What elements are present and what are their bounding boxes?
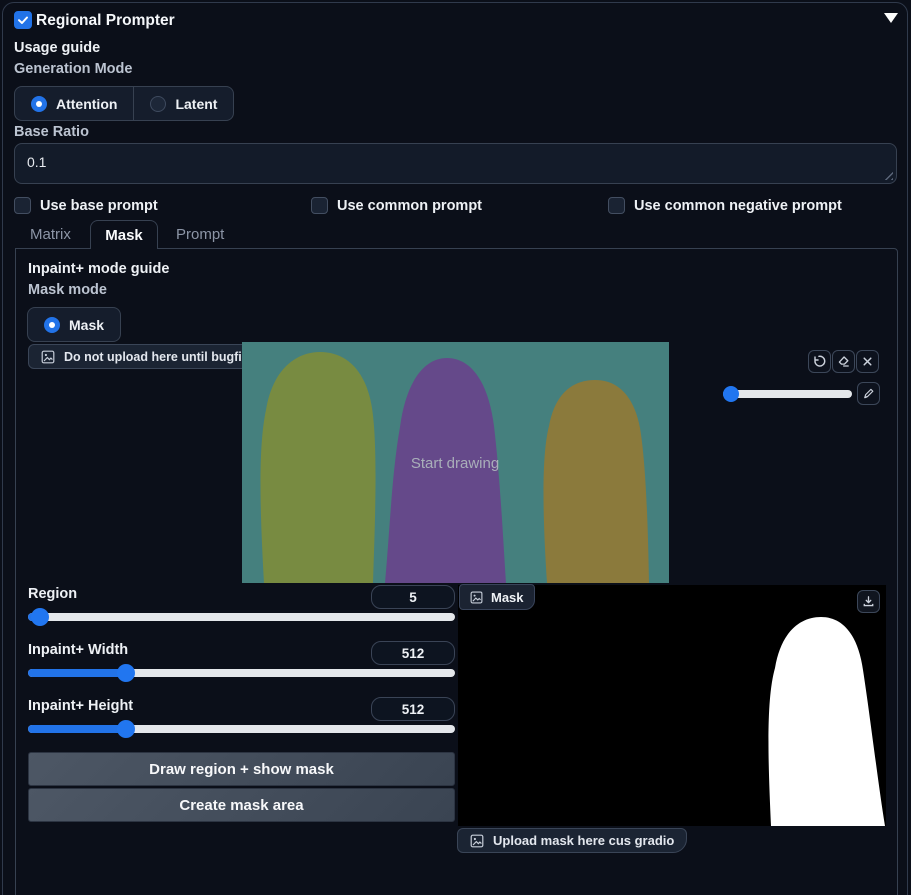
tab-label: Mask bbox=[105, 226, 143, 244]
use-common-negative-prompt-checkbox[interactable]: Use common negative prompt bbox=[608, 197, 842, 214]
generation-mode-label: Generation Mode bbox=[14, 61, 133, 77]
region-slider-thumb[interactable] bbox=[31, 608, 49, 626]
collapse-triangle-icon[interactable] bbox=[884, 13, 898, 23]
mask-preview-badge[interactable]: Mask bbox=[459, 584, 535, 610]
radio-option-label: Mask bbox=[69, 316, 105, 333]
close-icon bbox=[863, 357, 872, 366]
upload-mask-label: Upload mask here cus gradio bbox=[493, 833, 675, 848]
inpaint-height-label: Inpaint+ Height bbox=[28, 698, 134, 714]
inpaint-width-number-input[interactable]: 512 bbox=[371, 641, 455, 665]
undo-icon bbox=[814, 355, 826, 367]
radio-option-label: Latent bbox=[175, 95, 218, 112]
create-mask-area-button[interactable]: Create mask area bbox=[28, 788, 455, 822]
region-number-input[interactable]: 5 bbox=[371, 585, 455, 609]
use-common-prompt-checkbox[interactable]: Use common prompt bbox=[311, 197, 482, 214]
image-icon bbox=[470, 591, 483, 603]
inpaint-width-slider-fill bbox=[28, 669, 127, 677]
radio-option-latent[interactable]: Latent bbox=[133, 86, 235, 121]
image-icon bbox=[470, 834, 484, 847]
region-label: Region bbox=[28, 586, 78, 602]
pencil-icon bbox=[864, 388, 874, 399]
brush-button[interactable] bbox=[857, 382, 880, 405]
radio-selected-icon bbox=[44, 316, 60, 333]
radio-option-label: Attention bbox=[56, 95, 118, 112]
inpaint-mode-guide-link[interactable]: Inpaint+ mode guide bbox=[28, 261, 169, 277]
image-icon bbox=[41, 350, 55, 363]
mask-preview-badge-label: Mask bbox=[491, 589, 524, 605]
checkbox-label: Use common prompt bbox=[337, 197, 483, 214]
inpaint-height-slider-fill bbox=[28, 725, 127, 733]
mask-mode-radio-group: Mask bbox=[27, 307, 122, 342]
resize-grip-icon[interactable] bbox=[884, 171, 893, 180]
inpaint-width-slider-thumb[interactable] bbox=[117, 664, 135, 682]
download-icon bbox=[863, 596, 874, 607]
inpaint-height-slider-thumb[interactable] bbox=[117, 720, 135, 738]
checkbox-icon bbox=[608, 197, 625, 214]
button-label: Create mask area bbox=[179, 796, 304, 814]
inpaint-height-slider[interactable] bbox=[28, 725, 455, 733]
region-shape-green bbox=[260, 352, 376, 583]
clear-canvas-button[interactable] bbox=[856, 350, 879, 373]
button-label: Draw region + show mask bbox=[149, 760, 334, 778]
base-ratio-input[interactable]: 0.1 bbox=[14, 143, 897, 184]
base-ratio-label: Base Ratio bbox=[14, 124, 89, 140]
undo-button[interactable] bbox=[808, 350, 831, 373]
panel-title: Regional Prompter bbox=[36, 12, 175, 29]
usage-guide-link[interactable]: Usage guide bbox=[14, 40, 100, 56]
brush-size-slider-thumb[interactable] bbox=[723, 386, 739, 402]
radio-option-attention[interactable]: Attention bbox=[14, 86, 135, 121]
inpaint-height-number-input[interactable]: 512 bbox=[371, 697, 455, 721]
tab-mask[interactable]: Mask bbox=[90, 220, 158, 249]
inpaint-width-value: 512 bbox=[401, 645, 425, 661]
tab-prompt[interactable]: Prompt bbox=[176, 226, 224, 243]
base-ratio-value: 0.1 bbox=[27, 154, 47, 170]
do-not-upload-button[interactable]: Do not upload here until bugfix bbox=[28, 344, 262, 369]
upload-mask-button[interactable]: Upload mask here cus gradio bbox=[457, 828, 688, 853]
checkbox-icon bbox=[311, 197, 328, 214]
radio-option-mask[interactable]: Mask bbox=[27, 307, 122, 342]
download-mask-button[interactable] bbox=[857, 590, 880, 613]
region-draw-canvas[interactable]: Start drawing bbox=[242, 342, 669, 583]
region-slider[interactable] bbox=[28, 613, 455, 621]
checkbox-icon bbox=[14, 197, 31, 214]
start-drawing-placeholder: Start drawing bbox=[411, 455, 499, 472]
region-value: 5 bbox=[409, 589, 417, 605]
brush-size-slider[interactable] bbox=[723, 390, 852, 398]
use-base-prompt-checkbox[interactable]: Use base prompt bbox=[14, 197, 158, 214]
extension-enable-checkbox[interactable] bbox=[14, 11, 32, 29]
tab-matrix[interactable]: Matrix bbox=[30, 226, 71, 243]
mask-preview-canvas[interactable] bbox=[458, 585, 886, 826]
inpaint-width-label: Inpaint+ Width bbox=[28, 642, 129, 658]
checkbox-label: Use base prompt bbox=[40, 197, 158, 214]
erase-button[interactable] bbox=[832, 350, 855, 373]
generation-mode-radio-group: Attention Latent bbox=[14, 86, 235, 121]
inpaint-width-slider[interactable] bbox=[28, 669, 455, 677]
draw-region-show-mask-button[interactable]: Draw region + show mask bbox=[28, 752, 455, 786]
do-not-upload-label: Do not upload here until bugfix bbox=[64, 349, 249, 364]
radio-selected-icon bbox=[31, 95, 47, 112]
checkbox-label: Use common negative prompt bbox=[634, 197, 842, 214]
check-icon bbox=[18, 16, 28, 24]
eraser-icon bbox=[838, 356, 849, 367]
radio-unselected-icon bbox=[150, 95, 167, 112]
region-shape-tan bbox=[543, 380, 649, 583]
inpaint-height-value: 512 bbox=[401, 701, 425, 717]
mask-mode-label: Mask mode bbox=[28, 282, 107, 298]
